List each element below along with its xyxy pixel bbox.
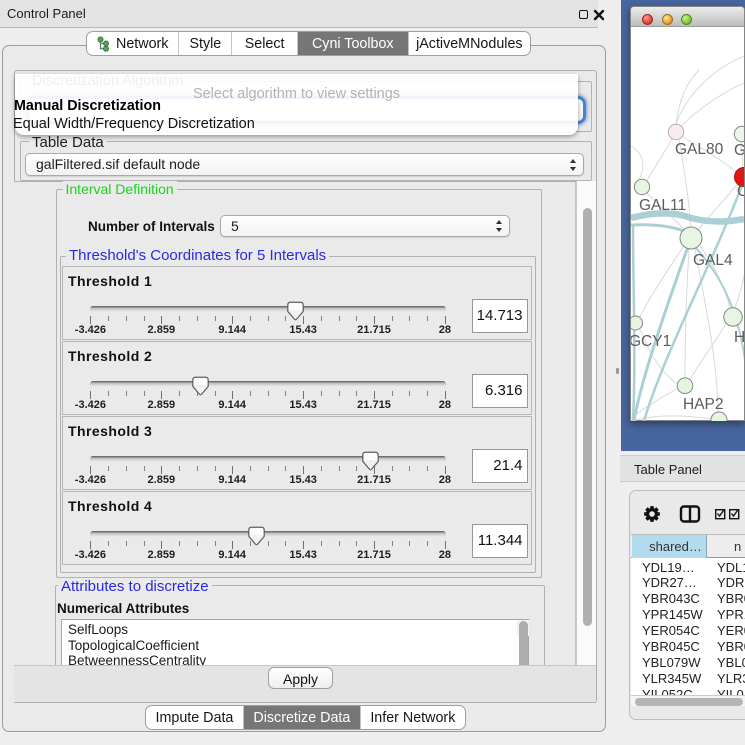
svg-text:GAL11: GAL11 xyxy=(639,197,686,214)
svg-text:GAL80: GAL80 xyxy=(675,141,724,158)
svg-text:G: G xyxy=(734,142,744,159)
svg-text:GAL4: GAL4 xyxy=(693,252,733,269)
svg-text:H: H xyxy=(734,329,744,346)
svg-text:C: C xyxy=(737,183,744,200)
svg-text:HAP2: HAP2 xyxy=(683,396,724,413)
svg-text:GCY1: GCY1 xyxy=(631,333,671,350)
